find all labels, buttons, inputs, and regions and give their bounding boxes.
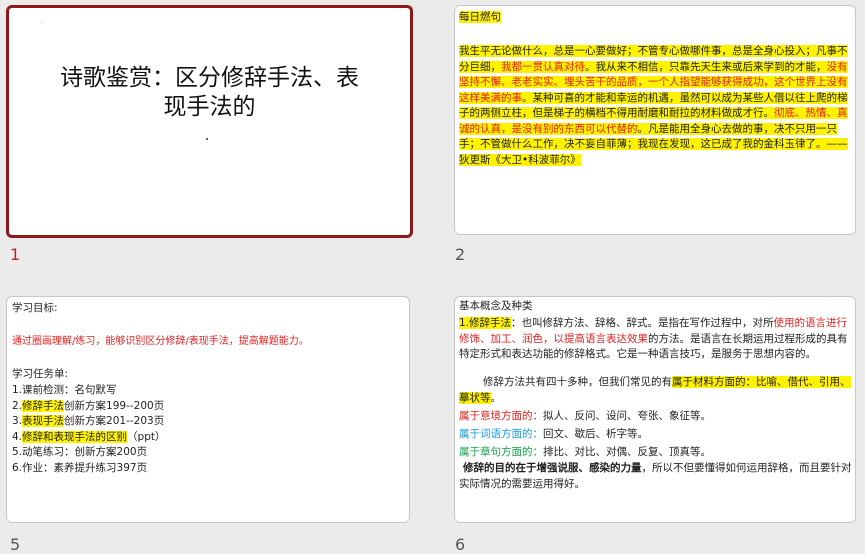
category-items: 排比、对比、对偶、反复、顶真等。 <box>543 446 711 458</box>
task-detail: 创新方案199--200页 <box>64 399 165 412</box>
common-text-a: 修辞方法共有四十多种，但我们常见的有 <box>483 376 672 388</box>
slide-6-purpose: 修辞的目的在于增强说服、感染的力量，所以不但要懂得如何运用辞格，而且要针对实际情… <box>459 461 853 492</box>
category-line: 属于章句方面的：排比、对比、对偶、反复、顶真等。 <box>459 443 853 461</box>
task-item: 4.修辞和表现手法的区别（ppt） <box>12 430 402 446</box>
task-item: 2.修辞手法创新方案199--200页 <box>12 399 402 415</box>
paragraph-segment: 我都一贯认真对待 <box>501 60 585 73</box>
slide-thumbnail-6[interactable]: 基本概念及种类 1.修辞手法：也叫修辞方法、辞格、辞式。是指在写作过程中，对所使… <box>454 296 856 523</box>
slide-number-2: 2 <box>455 245 466 264</box>
category-label: 属于章句方面的： <box>459 446 543 458</box>
paragraph-segment: 。我从来不相信，只靠先天生来或后来学到的才能， <box>585 60 827 73</box>
purpose-bold: 修辞的目的在于增强说服、感染的力量 <box>463 462 642 474</box>
category-label: 属于意境方面的： <box>459 410 543 422</box>
task-name: 表现手法 <box>22 415 65 427</box>
category-line: 属于词语方面的：回文、歇后、析字等。 <box>459 425 853 443</box>
task-name: 课前检测 <box>22 384 65 396</box>
slide-thumbnail-1[interactable]: 诗歌鉴赏：区分修辞手法、表 现手法的 <box>6 5 413 238</box>
category-label: 属于词语方面的： <box>459 428 543 440</box>
slide-5-heading: 学习目标: <box>12 302 58 314</box>
task-item: 6.作业：素养提升练习397页 <box>12 461 402 477</box>
task-item: 1.课前检测：名句默写 <box>12 383 402 399</box>
category-items: 拟人、反问、设问、夸张、象征等。 <box>543 410 711 422</box>
task-number: 2. <box>12 399 23 412</box>
task-item: 3.表现手法创新方案201--203页 <box>12 414 402 430</box>
slide-2-heading: 每日燃句 <box>459 10 501 26</box>
task-number: 5. <box>12 446 23 458</box>
slide-6-heading: 基本概念及种类 <box>459 300 533 312</box>
task-item: 5.动笔练习：创新方案200页 <box>12 445 402 461</box>
task-number: 1. <box>12 384 23 396</box>
slide-number-5: 5 <box>10 535 21 554</box>
task-detail: ：素养提升练习397页 <box>43 461 148 474</box>
task-name: 动笔练习 <box>22 446 65 458</box>
title-line-1: 诗歌鉴赏：区分修辞手法、表 <box>60 65 359 91</box>
slide-6-common: 修辞方法共有四十多种，但我们常见的有属于材料方面的：比喻、借代、引用、摹状等。 <box>459 375 853 406</box>
task-detail: ：创新方案200页 <box>64 446 148 458</box>
task-name: 作业 <box>22 461 44 474</box>
slide-thumbnail-2[interactable]: 每日燃句 我生平无论做什么，总是一心要做好；不管专心做哪件事，总是全身心投入；凡… <box>454 5 856 235</box>
task-name: 修辞和表现手法的区别 <box>22 430 128 443</box>
placeholder-dot <box>206 138 208 140</box>
slide-5-tasks-heading: 学习任务单: <box>12 368 69 380</box>
slide-6-groups: 属于意境方面的：拟人、反问、设问、夸张、象征等。 属于词语方面的：回文、歇后、析字… <box>459 407 853 461</box>
def-label: 1.修辞手法 <box>459 317 512 329</box>
task-number: 3. <box>12 415 23 427</box>
slide-number-6: 6 <box>455 535 466 554</box>
title-line-2: 现手法的 <box>163 94 256 120</box>
heading-text: 每日燃句 <box>459 11 501 23</box>
category-items: 回文、歇后、析字等。 <box>543 428 648 440</box>
task-number: 6. <box>12 461 23 474</box>
task-number: 4. <box>12 430 23 443</box>
task-detail: ：名句默写 <box>64 384 117 396</box>
task-name: 修辞手法 <box>22 399 65 412</box>
slide-number-1: 1 <box>10 245 21 264</box>
task-detail: 创新方案201--203页 <box>64 415 165 427</box>
paragraph-segment: 我生平无论做什么，总是一心要做好；不管专心做哪件事，总是全身心投入； <box>459 45 816 57</box>
slide-1-title: 诗歌鉴赏：区分修辞手法、表 现手法的 <box>9 64 410 122</box>
common-text-b: 。 <box>490 391 502 404</box>
category-line: 属于意境方面的：拟人、反问、设问、夸张、象征等。 <box>459 407 853 425</box>
slide-2-paragraph: 我生平无论做什么，总是一心要做好；不管专心做哪件事，总是全身心投入；凡事不分巨细… <box>459 44 853 168</box>
slide-thumbnail-5[interactable]: 学习目标: 通过圈画理解/练习，能够识别区分修辞/表现手法，提高解题能力。 学习… <box>6 296 410 523</box>
slide-5-goal: 通过圈画理解/练习，能够识别区分修辞/表现手法，提高解题能力。 <box>12 336 309 347</box>
placeholder-dot <box>41 22 42 23</box>
def-text-a: ：也叫修辞方法、辞格、辞式。是指在写作过程中，对所 <box>511 317 774 329</box>
slide-5-task-list: 1.课前检测：名句默写 2.修辞手法创新方案199--200页 3.表现手法创新方案… <box>12 383 402 476</box>
task-detail: （ppt） <box>127 430 166 443</box>
slide-6-definition: 1.修辞手法：也叫修辞方法、辞格、辞式。是指在写作过程中，对所使用的语言进行修饰… <box>459 316 853 363</box>
